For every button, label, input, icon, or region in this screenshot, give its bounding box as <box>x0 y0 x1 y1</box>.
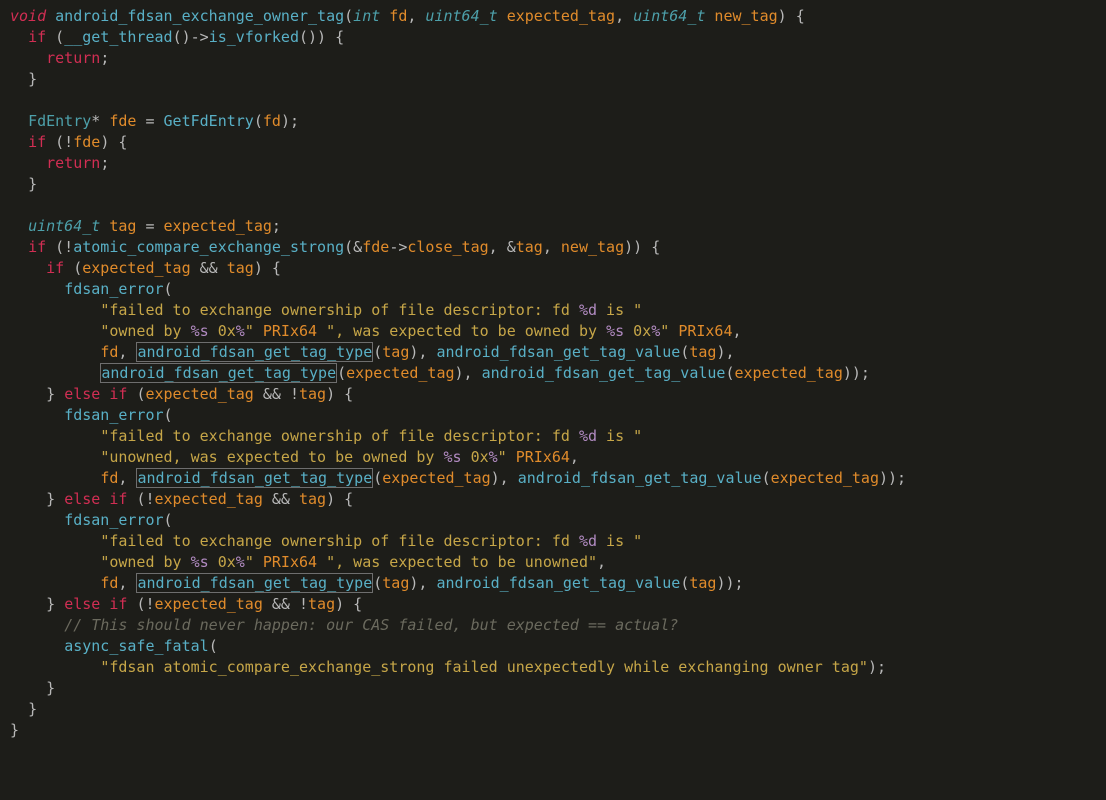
highlighted-call: android_fdsan_get_tag_type <box>136 468 373 488</box>
string-literal: "failed to exchange ownership of file de… <box>100 532 642 550</box>
call-async-safe-fatal: async_safe_fatal <box>64 637 209 655</box>
call-get-thread: __get_thread <box>64 28 172 46</box>
string-literal: "unowned, was expected to be owned by %s… <box>100 448 506 466</box>
call-fdsan-error: fdsan_error <box>64 280 163 298</box>
call-is-vforked: is_vforked <box>209 28 299 46</box>
string-literal: ", was expected to be unowned" <box>326 553 597 571</box>
keyword-return: return <box>46 49 100 67</box>
string-literal: ", was expected to be owned by %s 0x%" <box>326 322 669 340</box>
var-fde: fde <box>109 112 136 130</box>
type-uint64: uint64_t <box>633 7 705 25</box>
type-fdentry: FdEntry <box>28 112 91 130</box>
highlighted-call: android_fdsan_get_tag_type <box>136 342 373 362</box>
param-fd: fd <box>389 7 407 25</box>
highlighted-call: android_fdsan_get_tag_type <box>136 573 373 593</box>
string-literal: "fdsan atomic_compare_exchange_strong fa… <box>100 658 868 676</box>
call-atomic-cas: atomic_compare_exchange_strong <box>73 238 344 256</box>
highlighted-call: android_fdsan_get_tag_type <box>100 363 337 383</box>
code-block: void android_fdsan_exchange_owner_tag(in… <box>0 0 1106 751</box>
function-name: android_fdsan_exchange_owner_tag <box>55 7 344 25</box>
param-new-tag: new_tag <box>714 7 777 25</box>
param-expected-tag: expected_tag <box>507 7 615 25</box>
type-int: int <box>353 7 380 25</box>
string-literal: "owned by %s 0x%" <box>100 553 254 571</box>
keyword-if: if <box>28 28 46 46</box>
string-literal: "failed to exchange ownership of file de… <box>100 301 642 319</box>
call-getfdentry: GetFdEntry <box>164 112 254 130</box>
comment: // This should never happen: our CAS fai… <box>64 616 678 634</box>
string-literal: "failed to exchange ownership of file de… <box>100 427 642 445</box>
call-get-tag-value: android_fdsan_get_tag_value <box>436 343 680 361</box>
var-tag: tag <box>109 217 136 235</box>
type-uint64: uint64_t <box>425 7 497 25</box>
string-literal: "owned by %s 0x%" <box>100 322 254 340</box>
keyword-void: void <box>10 7 46 25</box>
